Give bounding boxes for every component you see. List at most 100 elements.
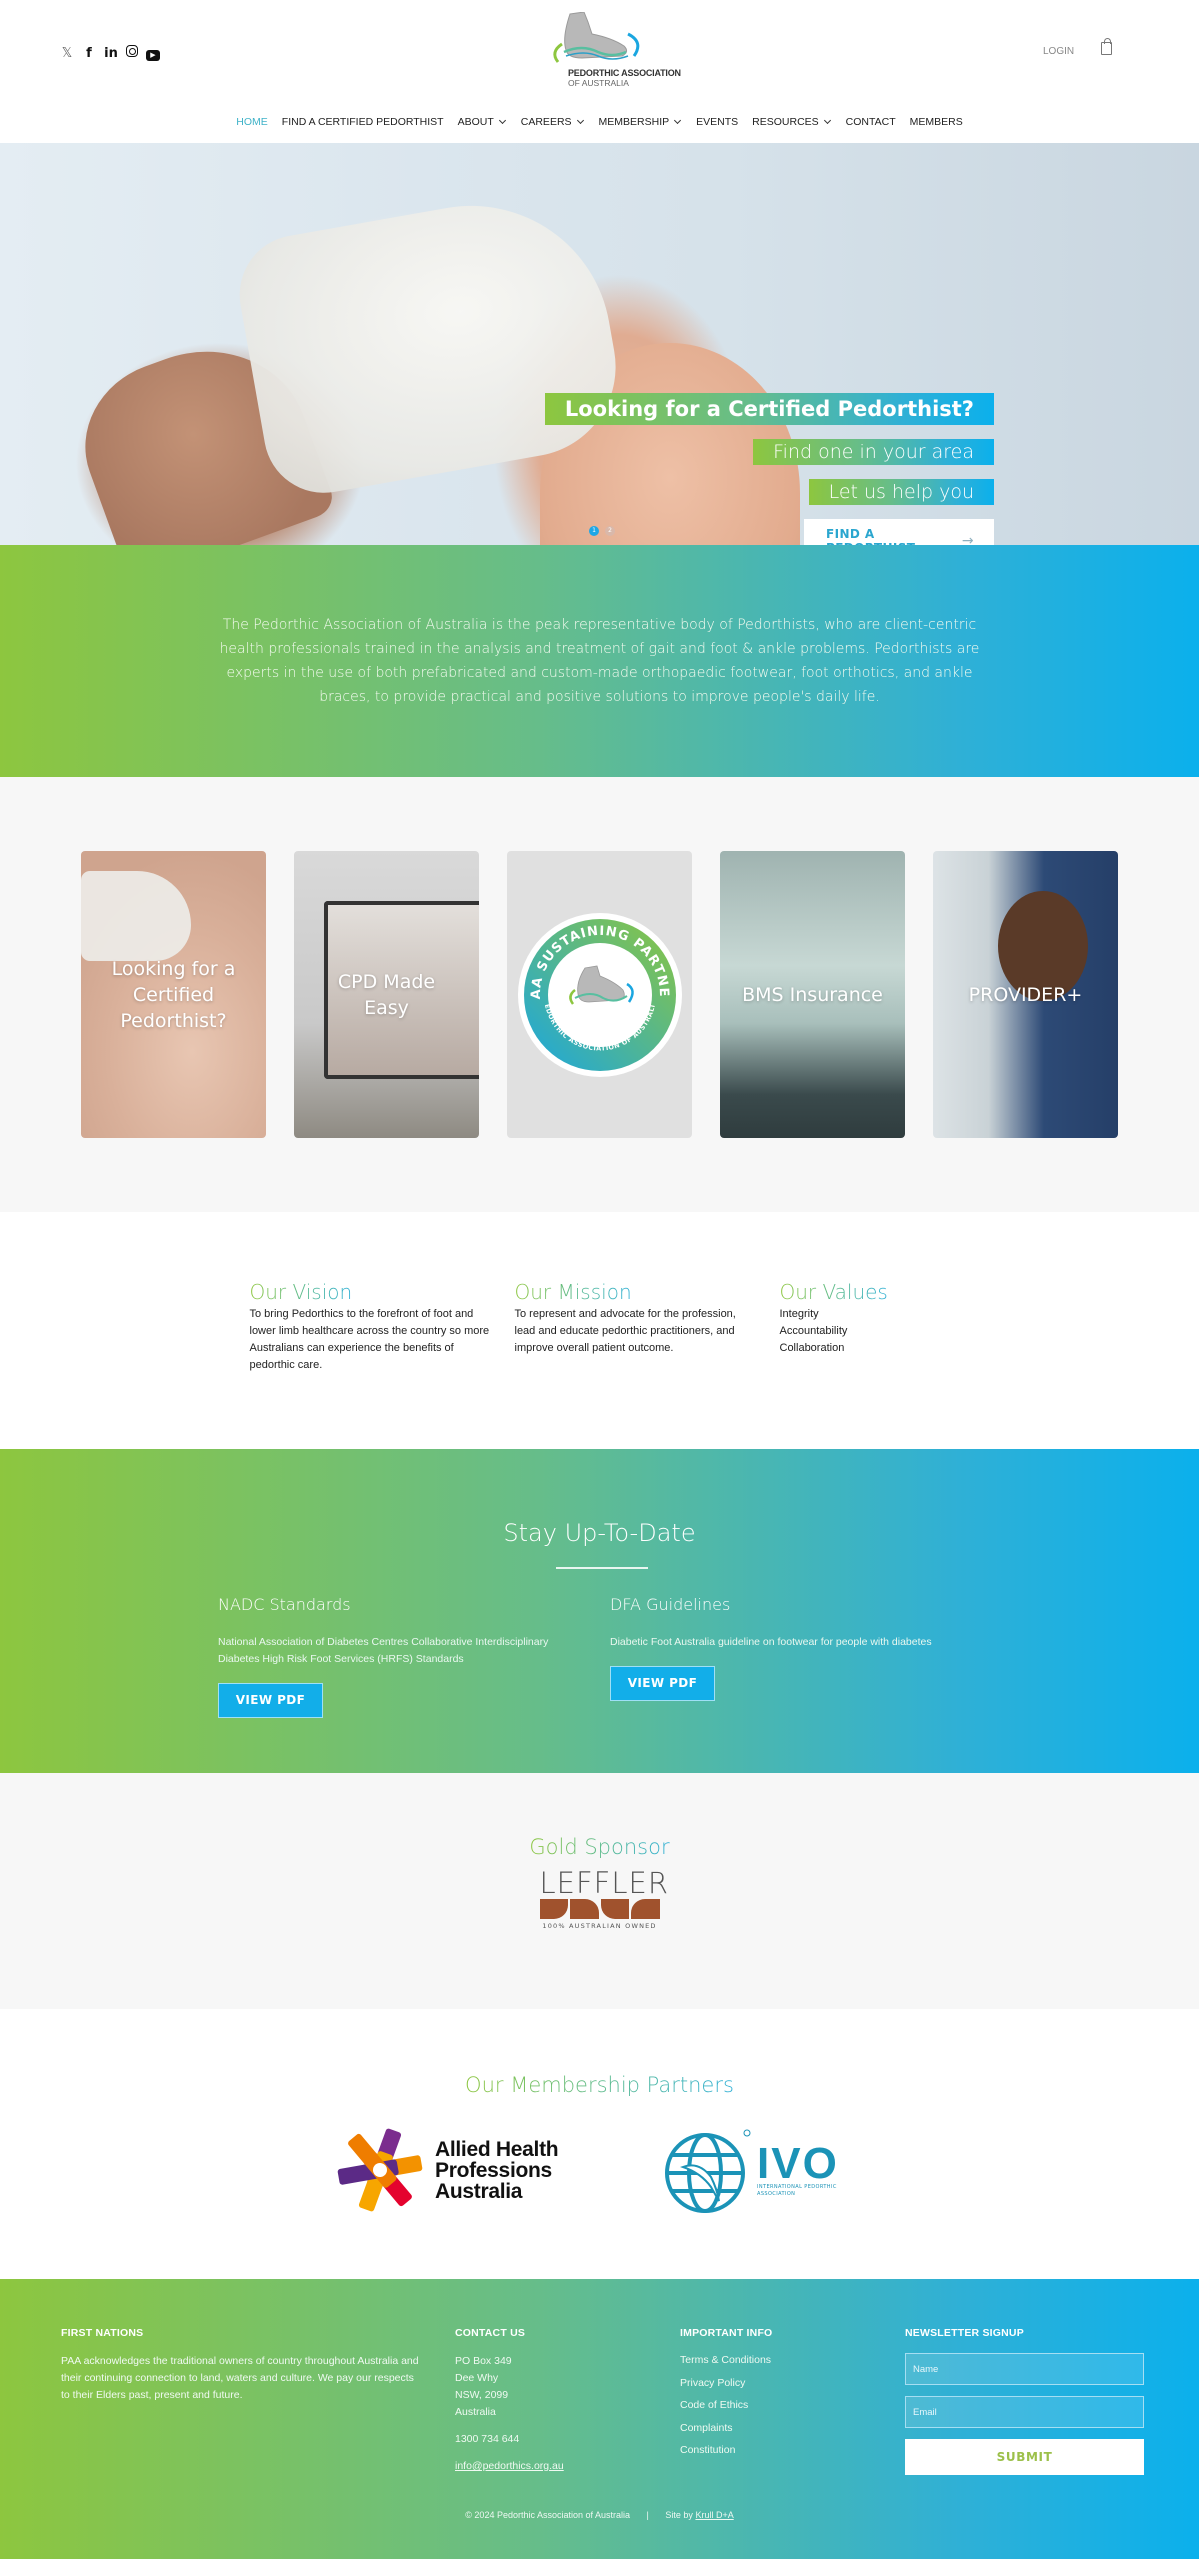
- address-line: NSW, 2099: [455, 2389, 509, 2401]
- nav-careers[interactable]: CAREERS: [521, 116, 585, 128]
- card-sustaining-partner[interactable]: PAA SUSTAINING PARTNER PEDORTHIC ASSOCIA…: [507, 851, 692, 1138]
- doc-nadc: NADC Standards National Association of D…: [218, 1595, 588, 1718]
- site-header: 𝕏 f in ▶ PEDORTHIC ASSOCIATION OF AUSTRA…: [0, 0, 1199, 143]
- feature-cards: Looking for a Certified Pedorthist? CPD …: [0, 777, 1199, 1212]
- doc-title: DFA Guidelines: [610, 1595, 731, 1614]
- nav-membership[interactable]: MEMBERSHIP: [599, 116, 683, 128]
- doc-dfa: DFA Guidelines Diabetic Foot Australia g…: [610, 1595, 980, 1701]
- doc-description: National Association of Diabetes Centres…: [218, 1636, 549, 1665]
- divider: [556, 1567, 648, 1569]
- leffler-logo[interactable]: LEFFLER 100% AUSTRALIAN OWNED: [539, 1866, 669, 1930]
- facebook-icon[interactable]: f: [82, 42, 96, 61]
- chevron-down-icon: [498, 116, 506, 125]
- site-footer: FIRST NATIONS PAA acknowledges the tradi…: [0, 2279, 1199, 2559]
- vision-text: To bring Pedorthics to the forefront of …: [249, 1308, 490, 1371]
- site-by-link[interactable]: Krull D+A: [695, 2510, 733, 2520]
- ahpa-logo[interactable]: Allied Health Professions Australia: [335, 2125, 559, 2215]
- email-link[interactable]: info@pedorthics.org.au: [455, 2460, 564, 2472]
- youtube-icon[interactable]: ▶: [146, 42, 160, 61]
- main-nav: HOME FIND A CERTIFIED PEDORTHIST ABOUT C…: [0, 116, 1199, 128]
- card-label: CPD Made Easy: [337, 970, 436, 1019]
- ahpa-star-icon: [337, 2128, 423, 2212]
- shopping-bag-icon[interactable]: [1101, 38, 1112, 55]
- intro-section: The Pedorthic Association of Australia i…: [0, 545, 1199, 777]
- value-item: Integrity: [779, 1308, 819, 1320]
- chevron-down-icon: [823, 116, 831, 125]
- hero-subline-2: Let us help you: [808, 479, 994, 505]
- nav-resources[interactable]: RESOURCES: [752, 116, 832, 128]
- arrow-right-icon: →: [961, 532, 974, 546]
- foot-logo-icon: [553, 11, 640, 63]
- card-find-pedorthist[interactable]: Looking for a Certified Pedorthist?: [81, 851, 266, 1138]
- address-line: Dee Why: [455, 2372, 499, 2384]
- vision-title: Our Vision: [249, 1280, 353, 1304]
- footer-important-info: IMPORTANT INFO Terms & Conditions Privac…: [680, 2327, 860, 2462]
- view-pdf-button[interactable]: VIEW PDF: [218, 1683, 323, 1718]
- intro-text: The Pedorthic Association of Australia i…: [219, 617, 980, 705]
- newsletter-submit-button[interactable]: SUBMIT: [905, 2439, 1144, 2475]
- find-pedorthist-button[interactable]: FIND A PEDORTHIST →: [804, 519, 994, 545]
- first-nations-title: FIRST NATIONS: [61, 2327, 144, 2339]
- ivo-globe-icon: [665, 2129, 751, 2213]
- x-twitter-icon[interactable]: 𝕏: [60, 42, 74, 61]
- complaints-link[interactable]: Complaints: [680, 2422, 733, 2434]
- newsletter-name-input[interactable]: [905, 2353, 1144, 2385]
- leffler-wordmark: LEFFLER: [539, 1866, 669, 1900]
- hero-headline: Looking for a Certified Pedorthist?: [544, 393, 994, 425]
- nav-events[interactable]: EVENTS: [696, 116, 738, 128]
- login-link[interactable]: LOGIN: [1043, 46, 1074, 57]
- copyright-text: © 2024 Pedorthic Association of Australi…: [465, 2510, 631, 2520]
- site-logo[interactable]: PEDORTHIC ASSOCIATION OF AUSTRALIA: [532, 11, 682, 92]
- instagram-icon[interactable]: [126, 42, 138, 61]
- constitution-link[interactable]: Constitution: [680, 2444, 735, 2456]
- card-label: BMS Insurance: [742, 983, 883, 1006]
- card-provider-plus[interactable]: PROVIDER+: [933, 851, 1118, 1138]
- ivo-wordmark: IVO INTERNATIONAL PEDORTHIC ASSOCIATION: [757, 2139, 839, 2198]
- chevron-down-icon: [576, 116, 584, 125]
- code-of-ethics-link[interactable]: Code of Ethics: [680, 2399, 748, 2411]
- doc-title: NADC Standards: [218, 1595, 351, 1614]
- address-line: Australia: [455, 2406, 496, 2418]
- address-line: PO Box 349: [455, 2355, 512, 2367]
- mission-column: Our Mission To represent and advocate fo…: [515, 1280, 780, 1449]
- vision-column: Our Vision To bring Pedorthics to the fo…: [250, 1280, 515, 1449]
- nav-home[interactable]: HOME: [236, 116, 268, 128]
- nav-contact[interactable]: CONTACT: [846, 116, 896, 128]
- ivo-logo[interactable]: IVO INTERNATIONAL PEDORTHIC ASSOCIATION: [663, 2127, 839, 2215]
- nav-about[interactable]: ABOUT: [458, 116, 507, 128]
- privacy-link[interactable]: Privacy Policy: [680, 2377, 745, 2389]
- partners-title: Our Membership Partners: [465, 2073, 734, 2097]
- stay-up-to-date: Stay Up-To-Date NADC Standards National …: [0, 1449, 1199, 1773]
- newsletter-email-input[interactable]: [905, 2396, 1144, 2428]
- gold-sponsor-title: Gold Sponsor: [529, 1835, 670, 1859]
- ahpa-wordmark: Allied Health Professions Australia: [435, 2137, 559, 2203]
- slider-pagination: 1 2: [589, 526, 615, 536]
- contact-title: CONTACT US: [455, 2327, 526, 2339]
- footer-first-nations: FIRST NATIONS PAA acknowledges the tradi…: [61, 2327, 421, 2404]
- card-bms-insurance[interactable]: BMS Insurance: [720, 851, 905, 1138]
- stay-title: Stay Up-To-Date: [503, 1519, 696, 1547]
- card-label: PROVIDER+: [968, 983, 1083, 1006]
- linkedin-icon[interactable]: in: [104, 42, 118, 61]
- values-title: Our Values: [779, 1280, 888, 1304]
- value-item: Collaboration: [779, 1342, 845, 1354]
- terms-link[interactable]: Terms & Conditions: [680, 2354, 771, 2366]
- sustaining-partner-badge-icon: PAA SUSTAINING PARTNER PEDORTHIC ASSOCIA…: [515, 910, 682, 1077]
- view-pdf-button[interactable]: VIEW PDF: [610, 1666, 715, 1701]
- chevron-down-icon: [674, 116, 682, 125]
- site-by-label: Site by: [665, 2510, 693, 2520]
- footer-newsletter: NEWSLETTER SIGNUP SUBMIT: [905, 2327, 1145, 2475]
- separator: |: [646, 2510, 649, 2520]
- phone-number[interactable]: 1300 734 644: [455, 2431, 615, 2448]
- slide-dot-1[interactable]: 1: [589, 526, 599, 536]
- slide-dot-2[interactable]: 2: [605, 526, 615, 536]
- vision-mission-values: Our Vision To bring Pedorthics to the fo…: [0, 1212, 1199, 1449]
- values-column: Our Values Integrity Accountability Coll…: [780, 1280, 950, 1449]
- logo-title: PEDORTHIC ASSOCIATION: [568, 68, 681, 78]
- newsletter-title: NEWSLETTER SIGNUP: [905, 2327, 1024, 2339]
- nav-find-pedorthist[interactable]: FIND A CERTIFIED PEDORTHIST: [282, 116, 444, 128]
- hero-slider: Looking for a Certified Pedorthist? Find…: [0, 143, 1199, 545]
- social-links: 𝕏 f in ▶: [60, 42, 160, 61]
- nav-members[interactable]: MEMBERS: [910, 116, 963, 128]
- card-cpd[interactable]: CPD Made Easy: [294, 851, 479, 1138]
